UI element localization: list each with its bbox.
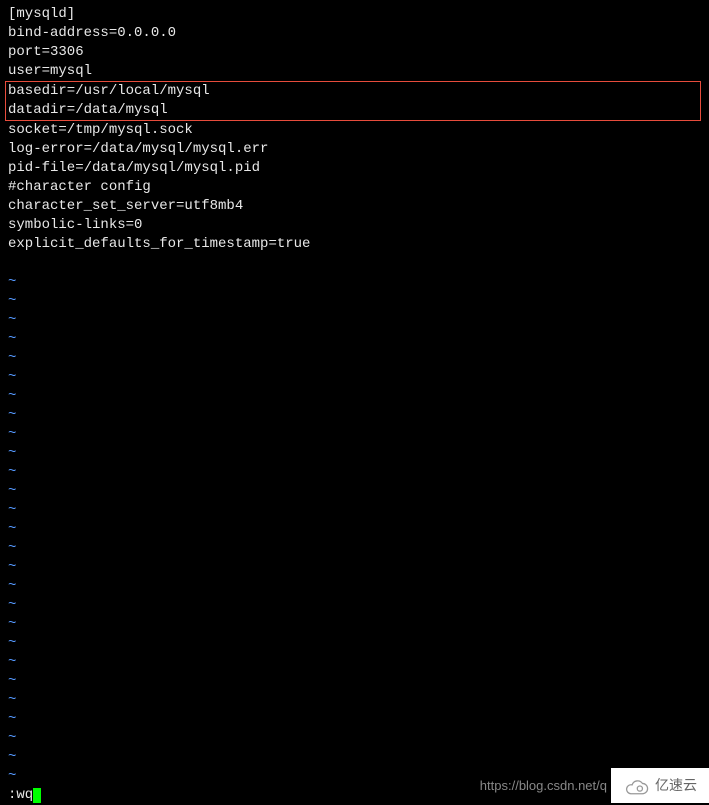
empty-line-marker: ~: [8, 330, 701, 349]
config-line: character_set_server=utf8mb4: [8, 197, 701, 216]
config-line: [mysqld]: [8, 5, 701, 24]
empty-line-marker: ~: [8, 729, 701, 748]
config-line: pid-file=/data/mysql/mysql.pid: [8, 159, 701, 178]
empty-line-marker: ~: [8, 273, 701, 292]
highlighted-config-line: basedir=/usr/local/mysql: [8, 82, 698, 101]
config-section-after: socket=/tmp/mysql.socklog-error=/data/my…: [8, 121, 701, 273]
empty-line-marker: ~: [8, 482, 701, 501]
empty-line-marker: ~: [8, 558, 701, 577]
watermark-badge: 亿速云: [611, 768, 709, 803]
highlighted-config-line: datadir=/data/mysql: [8, 101, 698, 120]
cloud-icon: [623, 777, 649, 795]
config-line: log-error=/data/mysql/mysql.err: [8, 140, 701, 159]
empty-line-marker: ~: [8, 425, 701, 444]
config-line: #character config: [8, 178, 701, 197]
empty-line-marker: ~: [8, 672, 701, 691]
config-section: [mysqld]bind-address=0.0.0.0port=3306use…: [8, 5, 701, 81]
empty-line-marker: ~: [8, 634, 701, 653]
config-line: socket=/tmp/mysql.sock: [8, 121, 701, 140]
empty-line-marker: ~: [8, 539, 701, 558]
config-line: explicit_defaults_for_timestamp=true: [8, 235, 701, 254]
empty-line-marker: ~: [8, 387, 701, 406]
empty-line-marker: ~: [8, 444, 701, 463]
empty-lines-section: ~~~~~~~~~~~~~~~~~~~~~~~~~~~: [8, 273, 701, 786]
watermark-brand-text: 亿速云: [655, 776, 697, 795]
watermark-url: https://blog.csdn.net/q: [480, 776, 611, 795]
empty-line-marker: ~: [8, 691, 701, 710]
cursor: [33, 788, 41, 803]
empty-line-marker: ~: [8, 520, 701, 539]
empty-line-marker: ~: [8, 463, 701, 482]
empty-line-marker: ~: [8, 596, 701, 615]
empty-line-marker: ~: [8, 710, 701, 729]
config-line: symbolic-links=0: [8, 216, 701, 235]
watermark-area: https://blog.csdn.net/q 亿速云: [480, 768, 709, 803]
highlighted-config-section: basedir=/usr/local/mysqldatadir=/data/my…: [5, 81, 701, 121]
empty-line-marker: ~: [8, 501, 701, 520]
config-line: port=3306: [8, 43, 701, 62]
empty-line-marker: ~: [8, 406, 701, 425]
empty-line-marker: ~: [8, 615, 701, 634]
empty-line-marker: ~: [8, 311, 701, 330]
empty-line-marker: ~: [8, 368, 701, 387]
config-line: user=mysql: [8, 62, 701, 81]
config-line: bind-address=0.0.0.0: [8, 24, 701, 43]
blank-line: [8, 254, 701, 273]
terminal-editor[interactable]: [mysqld]bind-address=0.0.0.0port=3306use…: [8, 5, 701, 798]
empty-line-marker: ~: [8, 748, 701, 767]
vim-command-text: :wq: [8, 786, 33, 805]
empty-line-marker: ~: [8, 349, 701, 368]
empty-line-marker: ~: [8, 653, 701, 672]
empty-line-marker: ~: [8, 292, 701, 311]
empty-line-marker: ~: [8, 577, 701, 596]
